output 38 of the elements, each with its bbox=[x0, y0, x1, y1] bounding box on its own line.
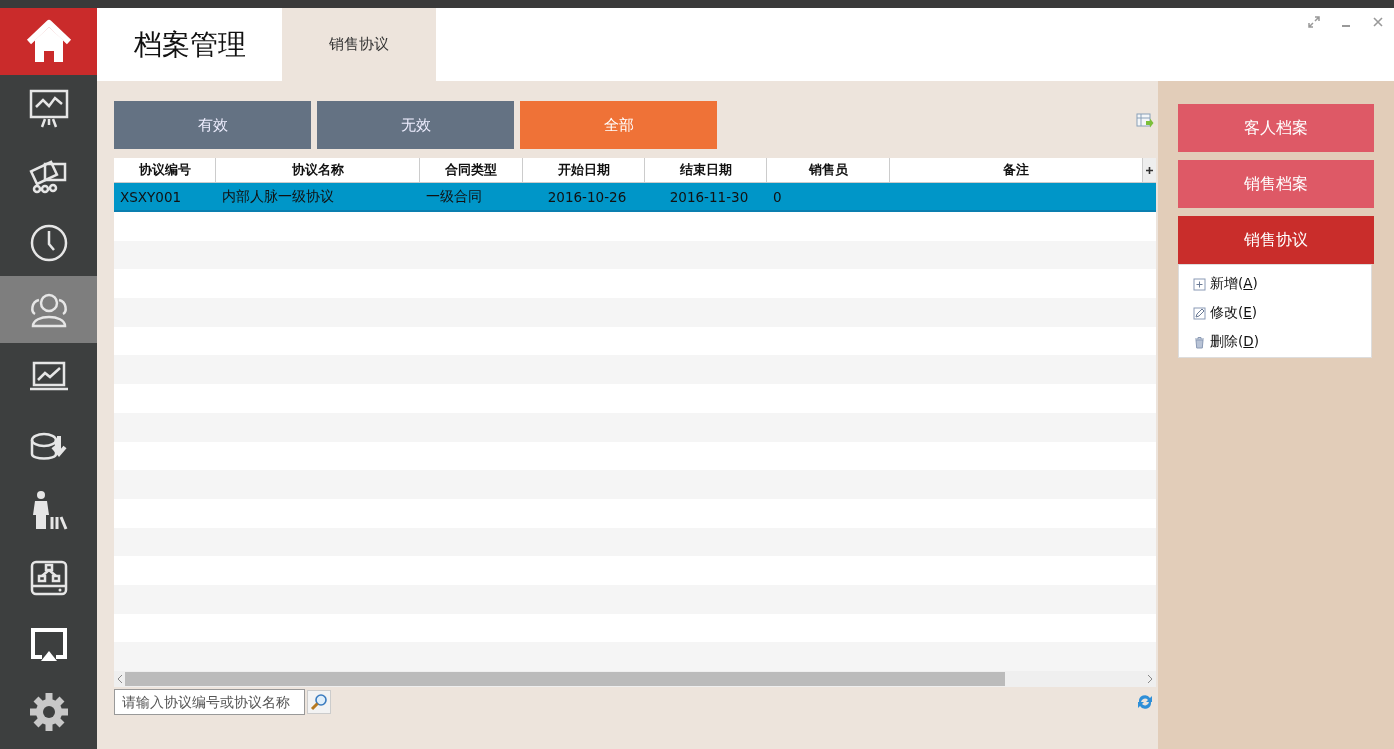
column-header[interactable]: 协议编号 bbox=[114, 158, 216, 182]
column-header[interactable]: 协议名称 bbox=[216, 158, 420, 182]
search-field[interactable]: 请输入协议编号或协议名称 bbox=[114, 689, 305, 715]
scroll-left-icon[interactable] bbox=[117, 675, 123, 683]
filter-button[interactable]: 无效 bbox=[317, 101, 514, 149]
menu-item[interactable]: 修改(E) bbox=[1193, 304, 1258, 322]
add-icon bbox=[1193, 277, 1206, 291]
table-row[interactable]: XSXY001 内部人脉一级协议 一级合同 2016-10-26 2016-11-30 0 bbox=[114, 183, 1156, 212]
plus-icon bbox=[1146, 166, 1153, 174]
column-chooser-button[interactable] bbox=[1143, 158, 1156, 182]
search-button[interactable] bbox=[307, 690, 331, 714]
restore-icon[interactable] bbox=[1308, 16, 1320, 28]
table-cell-text: XSXY001 bbox=[119, 187, 183, 207]
tab[interactable]: 销售协议 bbox=[282, 8, 436, 81]
search-icon bbox=[310, 693, 328, 711]
nav-button[interactable]: 销售档案 bbox=[1178, 160, 1374, 208]
nav-button[interactable]: 客人档案 bbox=[1178, 104, 1374, 152]
menu-item[interactable]: 新增(A) bbox=[1193, 275, 1258, 293]
column-header[interactable]: 合同类型 bbox=[420, 158, 523, 182]
filter-button[interactable]: 有效 bbox=[114, 101, 311, 149]
column-header[interactable]: 开始日期 bbox=[523, 158, 645, 182]
pencil-icon bbox=[1193, 306, 1206, 320]
table-cell-text: 2016-10-26 bbox=[546, 187, 628, 207]
menu-item[interactable]: 删除(D) bbox=[1193, 333, 1259, 351]
refresh-icon[interactable] bbox=[1136, 693, 1154, 711]
home-button[interactable] bbox=[0, 8, 97, 75]
scrollbar-thumb[interactable] bbox=[125, 672, 1005, 686]
table-cell-text: 一级合同 bbox=[425, 186, 483, 206]
column-header[interactable]: 销售员 bbox=[767, 158, 890, 182]
table-cell-text: 2016-11-30 bbox=[668, 187, 750, 207]
nav-button[interactable]: 销售协议 bbox=[1178, 216, 1374, 264]
trash-icon bbox=[1193, 335, 1206, 349]
horizontal-scrollbar[interactable] bbox=[114, 671, 1156, 687]
table-cell-text: 0 bbox=[772, 187, 783, 207]
column-header[interactable]: 结束日期 bbox=[645, 158, 767, 182]
table-cell-text: 内部人脉一级协议 bbox=[221, 186, 335, 206]
close-icon[interactable] bbox=[1372, 16, 1384, 28]
scroll-right-icon[interactable] bbox=[1147, 675, 1153, 683]
